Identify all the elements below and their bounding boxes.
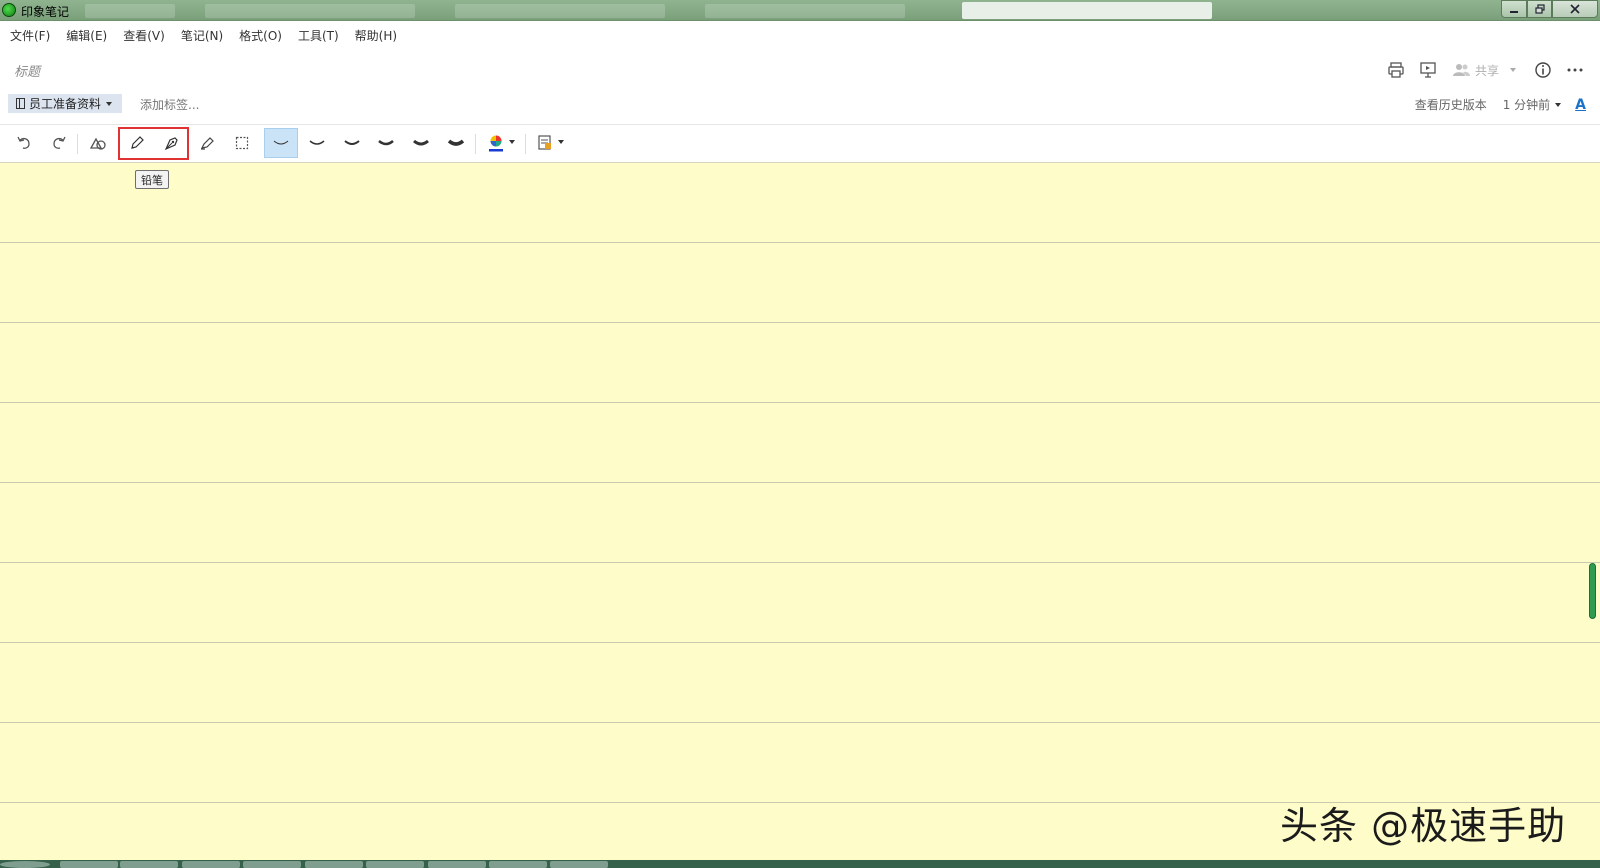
add-tag-input[interactable]: 添加标签... (140, 96, 199, 113)
color-wheel-icon (489, 135, 515, 152)
background-search-box (962, 2, 1212, 19)
restore-button[interactable] (1527, 0, 1552, 18)
more-icon[interactable] (1564, 59, 1586, 81)
chevron-down-icon (106, 101, 113, 106)
paper-style-icon (538, 135, 564, 150)
print-icon[interactable] (1385, 59, 1407, 81)
window-titlebar: 印象笔记 (0, 0, 1600, 21)
font-format-button[interactable]: A (1575, 97, 1586, 113)
window-controls (1501, 0, 1598, 18)
stroke-width-2-button[interactable] (304, 130, 330, 156)
taskbar-item[interactable] (366, 861, 424, 868)
window-title: 印象笔记 (21, 5, 70, 19)
share-button[interactable]: 共享 (1452, 62, 1516, 79)
menu-note[interactable]: 笔记(N) (181, 27, 223, 44)
ink-canvas[interactable] (0, 162, 1600, 862)
highlighter-icon[interactable] (194, 130, 220, 156)
taskbar-item[interactable] (550, 861, 608, 868)
notebook-selector[interactable]: 员工准备资料 (8, 94, 123, 113)
scrollbar-thumb[interactable] (1589, 563, 1596, 619)
watermark-text: 头条 @极速手助 (1280, 804, 1567, 848)
toolbar-divider (525, 134, 526, 154)
taskbar-item[interactable] (120, 861, 178, 868)
chevron-down-icon (1555, 102, 1562, 107)
shapes-icon[interactable] (85, 130, 111, 156)
pencil-tooltip: 铅笔 (135, 170, 169, 189)
minimize-button[interactable] (1501, 0, 1527, 18)
ink-toolbar (0, 126, 1600, 160)
lasso-select-icon[interactable] (229, 130, 255, 156)
stroke-width-3-button[interactable] (339, 130, 365, 156)
menu-bar: 文件(F) 编辑(E) 查看(V) 笔记(N) 格式(O) 工具(T) 帮助(H… (0, 22, 1600, 48)
notebook-name: 员工准备资料 (29, 97, 102, 111)
annotation-highlight (118, 127, 189, 160)
notebook-icon (16, 98, 25, 109)
toolbar-divider (77, 134, 78, 154)
share-label: 共享 (1474, 63, 1499, 78)
stroke-width-1-button[interactable] (264, 128, 298, 158)
info-icon[interactable] (1532, 59, 1554, 81)
taskbar-item[interactable] (60, 861, 118, 868)
close-button[interactable] (1552, 0, 1598, 18)
taskbar-item[interactable] (305, 861, 363, 868)
note-history-area: 查看历史版本 1 分钟前 A (1415, 96, 1586, 113)
undo-icon[interactable] (11, 130, 37, 156)
toolbar-divider (475, 134, 476, 154)
menu-help[interactable]: 帮助(H) (355, 27, 397, 44)
note-meta-row: 员工准备资料 添加标签... 查看历史版本 1 分钟前 A (0, 92, 1600, 116)
people-icon (1452, 64, 1470, 76)
evernote-app-icon (2, 3, 16, 17)
menu-format[interactable]: 格式(O) (239, 27, 282, 44)
stroke-width-4-button[interactable] (373, 130, 399, 156)
note-title-row: 标题 共享 (0, 55, 1600, 85)
taskbar-item[interactable] (428, 861, 486, 868)
note-title-input[interactable]: 标题 (14, 61, 40, 80)
note-actions: 共享 (1375, 59, 1586, 81)
present-icon[interactable] (1417, 59, 1439, 81)
stroke-width-6-button[interactable] (443, 130, 469, 156)
taskbar-item[interactable] (243, 861, 301, 868)
taskbar-item[interactable] (182, 861, 240, 868)
menu-view[interactable]: 查看(V) (123, 27, 165, 44)
menu-file[interactable]: 文件(F) (10, 27, 50, 44)
menu-tools[interactable]: 工具(T) (298, 27, 339, 44)
last-updated-dropdown[interactable]: 1 分钟前 (1502, 96, 1562, 113)
divider (0, 124, 1600, 125)
chevron-down-icon (1510, 68, 1516, 72)
view-history-link[interactable]: 查看历史版本 (1415, 96, 1487, 113)
background-window-tab (705, 4, 905, 18)
background-window-tab (85, 4, 175, 18)
taskbar-item[interactable] (489, 861, 547, 868)
redo-icon[interactable] (46, 130, 72, 156)
background-window-tab (205, 4, 415, 18)
background-window-tab (455, 4, 665, 18)
paper-style-button[interactable] (534, 130, 570, 156)
stroke-width-5-button[interactable] (408, 130, 434, 156)
menu-edit[interactable]: 编辑(E) (66, 27, 107, 44)
start-button[interactable] (0, 861, 50, 868)
color-picker-button[interactable] (484, 130, 520, 156)
os-taskbar (0, 860, 1600, 868)
last-updated-text: 1 分钟前 (1502, 98, 1551, 112)
